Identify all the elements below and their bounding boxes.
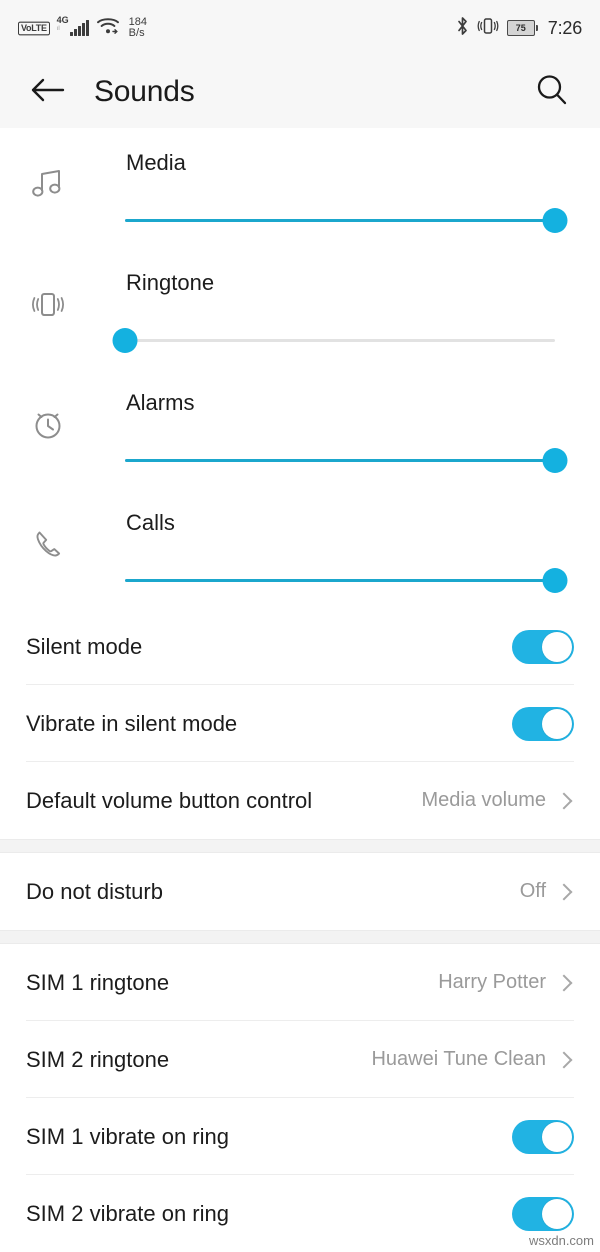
sounds-settings-screen: VoLTE 4G ıl 184 B/s 75 7:26 Sounds Media… (0, 0, 600, 1252)
settings-content: Media Ringtone Alarms Calls Silent mode … (0, 128, 600, 1252)
slider-track-ringtone[interactable] (112, 328, 555, 354)
vibrate-icon (477, 16, 499, 41)
setting-control: Media volume (421, 789, 574, 812)
setting-value: Off (519, 880, 546, 902)
setting-row-silent-mode[interactable]: Silent mode (0, 608, 600, 685)
signal-bar (69, 32, 73, 36)
setting-row-sim-2-ringtone[interactable]: SIM 2 ringtone Huawei Tune Clean (0, 1021, 600, 1098)
volume-slider-alarms[interactable]: Alarms (0, 368, 600, 488)
network-sub-label: ıl (56, 26, 60, 32)
setting-row-do-not-disturb[interactable]: Do not disturb Off (0, 853, 600, 930)
slider-track-fill (125, 219, 555, 222)
toggle-vibrate-in-silent-mode[interactable] (512, 706, 574, 741)
chevron-right-icon (555, 883, 573, 900)
volume-slider-ringtone[interactable]: Ringtone (0, 248, 600, 368)
status-bar-left: VoLTE 4G ıl 184 B/s (18, 15, 148, 40)
toggle-sim-2-vibrate-on-ring[interactable] (512, 1196, 574, 1231)
setting-row-default-volume-button-control[interactable]: Default volume button control Media volu… (0, 762, 600, 839)
setting-label: SIM 1 ringtone (26, 969, 170, 995)
section-divider (0, 930, 600, 944)
slider-track-calls[interactable] (125, 568, 568, 594)
phone-icon (26, 522, 70, 566)
setting-control: Huawei Tune Clean (371, 1048, 574, 1071)
slider-knob[interactable] (542, 568, 568, 593)
setting-label: SIM 2 vibrate on ring (26, 1200, 229, 1226)
signal-bar (77, 26, 81, 36)
watermark-label: wsxdn.com (528, 1233, 594, 1248)
toggle-knob (542, 1198, 572, 1229)
slider-track-background (125, 339, 555, 342)
signal-bar (73, 29, 77, 36)
back-button[interactable] (24, 68, 72, 116)
battery-icon: 75 (506, 20, 538, 36)
cellular-signal-icon: 4G ıl (56, 16, 89, 36)
setting-row-sim-2-vibrate-on-ring[interactable]: SIM 2 vibrate on ring (0, 1175, 600, 1252)
vibrate-icon (26, 282, 70, 326)
bluetooth-icon (456, 16, 469, 41)
page-title: Sounds (94, 75, 195, 108)
wifi-icon (96, 17, 120, 40)
setting-label: SIM 1 vibrate on ring (26, 1123, 229, 1149)
setting-row-vibrate-in-silent-mode[interactable]: Vibrate in silent mode (0, 685, 600, 762)
setting-control (512, 1119, 574, 1154)
battery-cap (535, 25, 538, 31)
slider-track-fill (125, 579, 555, 582)
setting-row-sim-1-vibrate-on-ring[interactable]: SIM 1 vibrate on ring (0, 1098, 600, 1175)
battery-percent-label: 75 (515, 22, 526, 33)
section-divider (0, 839, 600, 853)
alarm-clock-icon (26, 402, 70, 446)
setting-control: Off (520, 880, 574, 903)
slider-track-fill (125, 459, 555, 462)
setting-label: Default volume button control (26, 787, 313, 813)
music-note-icon (26, 162, 70, 206)
chevron-right-icon (555, 792, 573, 809)
data-speed-unit: B/s (128, 27, 145, 39)
status-bar: VoLTE 4G ıl 184 B/s 75 7:26 (0, 0, 600, 56)
toggle-silent-mode[interactable] (512, 629, 574, 664)
setting-label: Do not disturb (26, 878, 163, 904)
setting-control (512, 706, 574, 741)
battery-body: 75 (506, 20, 535, 36)
volume-slider-media[interactable]: Media (0, 128, 600, 248)
slider-track-alarms[interactable] (125, 448, 568, 474)
slider-knob[interactable] (542, 208, 568, 233)
slider-knob[interactable] (542, 448, 568, 473)
setting-label: Silent mode (26, 633, 143, 659)
slider-track-media[interactable] (125, 208, 568, 234)
signal-bar (81, 23, 85, 36)
toggle-knob (542, 1121, 572, 1152)
slider-label: Calls (126, 510, 175, 535)
search-button[interactable] (528, 68, 576, 116)
toggle-knob (542, 708, 572, 739)
volume-slider-calls[interactable]: Calls (0, 488, 600, 608)
chevron-right-icon (555, 974, 573, 991)
network-type-label: 4G (56, 15, 69, 25)
slider-label: Media (126, 150, 186, 175)
setting-value: Media volume (421, 789, 546, 811)
app-bar: Sounds (0, 56, 600, 128)
setting-row-sim-1-ringtone[interactable]: SIM 1 ringtone Harry Potter (0, 944, 600, 1021)
status-bar-right: 75 7:26 (456, 16, 582, 41)
toggle-knob (542, 631, 572, 662)
data-speed-indicator: 184 B/s (128, 15, 148, 39)
chevron-right-icon (555, 1051, 573, 1068)
slider-label: Alarms (126, 390, 195, 415)
setting-label: Vibrate in silent mode (26, 710, 238, 736)
setting-label: SIM 2 ringtone (26, 1046, 170, 1072)
slider-knob[interactable] (112, 328, 138, 353)
clock-label: 7:26 (547, 17, 582, 38)
setting-control: Harry Potter (438, 971, 574, 994)
setting-value: Huawei Tune Clean (371, 1048, 546, 1070)
setting-control (512, 1196, 574, 1231)
back-arrow-icon (30, 76, 66, 109)
setting-control (512, 629, 574, 664)
signal-bar (85, 20, 89, 36)
toggle-sim-1-vibrate-on-ring[interactable] (512, 1119, 574, 1154)
search-icon (535, 73, 569, 112)
volte-icon: VoLTE (18, 21, 50, 35)
setting-value: Harry Potter (438, 971, 546, 993)
data-speed-value: 184 (128, 15, 148, 28)
slider-label: Ringtone (126, 270, 215, 295)
